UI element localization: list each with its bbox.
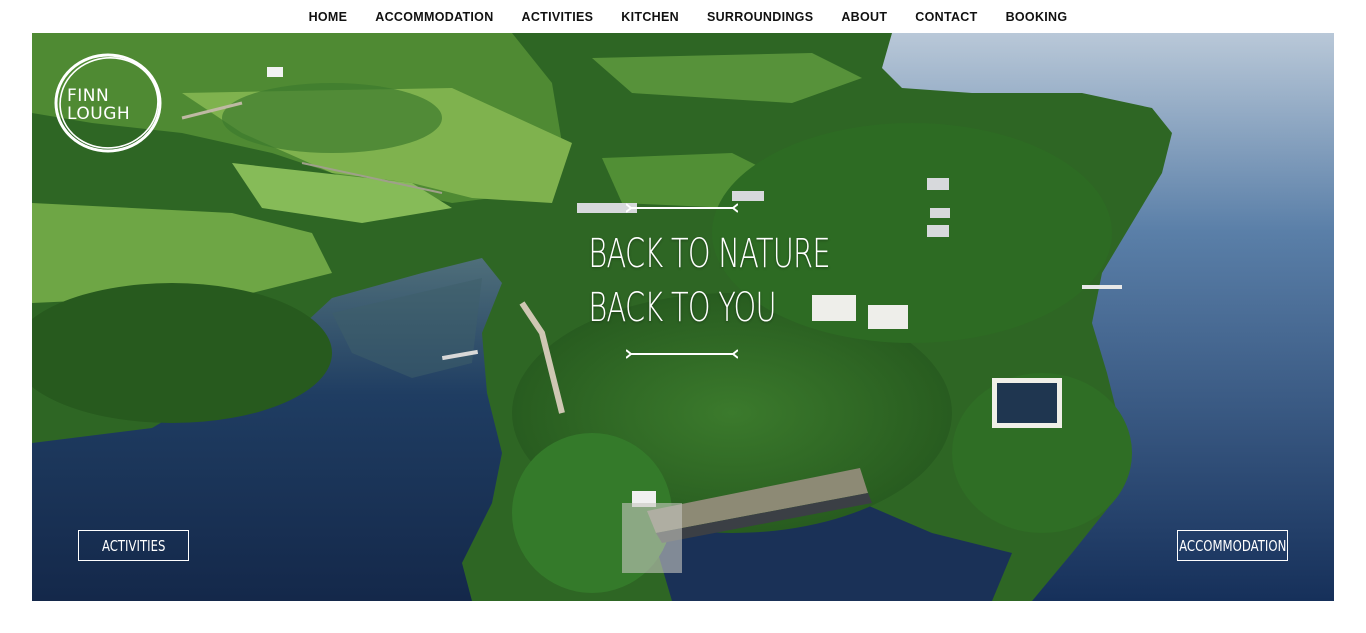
tagline-top-divider xyxy=(626,203,738,213)
tagline-bottom-divider xyxy=(626,349,738,359)
accommodation-button-label: ACCOMMODATION xyxy=(1178,536,1287,555)
logo-line-2: LOUGH xyxy=(67,104,131,124)
nav-list: HOME ACCOMMODATION ACTIVITIES KITCHEN SU… xyxy=(295,0,1082,34)
hero-banner: FINN LOUGH BACK TO NATURE BACK TO YOU AC… xyxy=(32,33,1334,601)
tagline-line-1: BACK TO NATURE xyxy=(588,231,830,277)
finn-lough-logo[interactable]: FINN LOUGH xyxy=(52,51,164,155)
nav-item-activities: ACTIVITIES xyxy=(508,0,608,34)
hero-tagline: BACK TO NATURE BACK TO YOU xyxy=(552,203,831,359)
activities-button[interactable]: ACTIVITIES xyxy=(78,530,189,561)
activities-button-label: ACTIVITIES xyxy=(101,536,166,555)
logo-line-1: FINN xyxy=(67,86,110,106)
nav-item-kitchen: KITCHEN xyxy=(607,0,693,34)
nav-item-booking: BOOKING xyxy=(992,0,1082,34)
accommodation-button[interactable]: ACCOMMODATION xyxy=(1177,530,1288,561)
nav-link-about[interactable]: ABOUT xyxy=(827,0,901,34)
nav-item-surroundings: SURROUNDINGS xyxy=(693,0,827,34)
nav-link-kitchen[interactable]: KITCHEN xyxy=(607,0,693,34)
nav-link-contact[interactable]: CONTACT xyxy=(901,0,991,34)
nav-link-home[interactable]: HOME xyxy=(295,0,362,34)
tagline-line-2: BACK TO YOU xyxy=(588,285,776,331)
main-navigation: HOME ACCOMMODATION ACTIVITIES KITCHEN SU… xyxy=(0,0,1366,34)
nav-link-accommodation[interactable]: ACCOMMODATION xyxy=(361,0,507,34)
nav-link-surroundings[interactable]: SURROUNDINGS xyxy=(693,0,827,34)
logo-wordmark: FINN LOUGH xyxy=(67,87,157,123)
nav-item-about: ABOUT xyxy=(827,0,901,34)
nav-item-home: HOME xyxy=(295,0,362,34)
nav-item-accommodation: ACCOMMODATION xyxy=(361,0,507,34)
nav-link-activities[interactable]: ACTIVITIES xyxy=(508,0,608,34)
nav-item-contact: CONTACT xyxy=(901,0,991,34)
nav-link-booking[interactable]: BOOKING xyxy=(992,0,1082,34)
